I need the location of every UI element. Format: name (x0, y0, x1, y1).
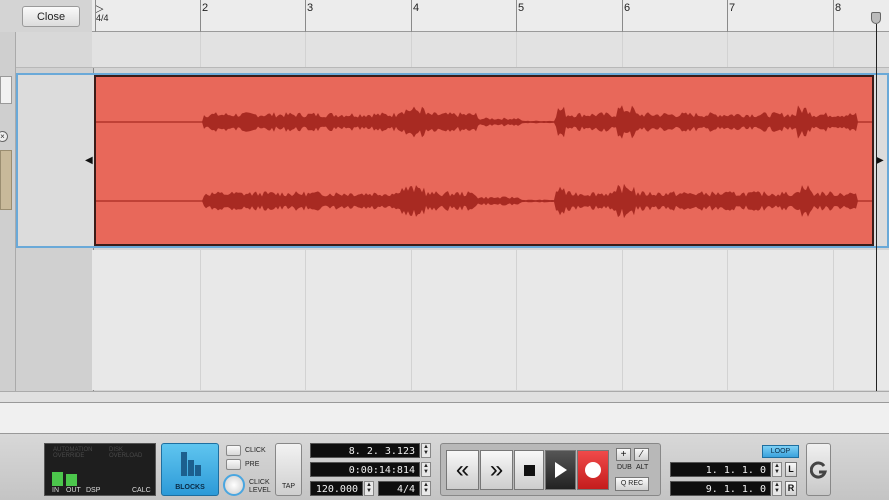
bars-beats-display[interactable]: 8. 2. 3.123 (310, 443, 420, 458)
bar-tick (622, 0, 623, 32)
time-display[interactable]: 0:00:14:814 (310, 462, 420, 477)
bar-tick (95, 0, 96, 32)
clip-right-handle-icon[interactable]: ▶ (876, 155, 884, 166)
dub-button[interactable]: + (616, 448, 631, 461)
track-lane[interactable] (92, 32, 889, 68)
grid-line (516, 250, 517, 390)
alt-label: ALT (636, 464, 649, 471)
bar-number: 7 (729, 2, 736, 14)
disk-overload-indicator: DISK OVERLOAD (109, 447, 143, 459)
bar-tick (305, 0, 306, 32)
blocks-icon (181, 452, 201, 476)
in-label: IN (52, 487, 59, 494)
grid-line (411, 32, 412, 67)
audio-clip[interactable] (94, 75, 874, 246)
grid-line (200, 250, 201, 390)
automation-override-indicator: AUTOMATION OVERRIDE (53, 447, 93, 459)
fast-forward-icon: » (489, 456, 504, 483)
bar-tick (833, 0, 834, 32)
alt-button[interactable]: ⁄ (634, 448, 649, 461)
grid-line (727, 250, 728, 390)
bar-number: 8 (835, 2, 842, 14)
right-locator-display[interactable]: 9. 1. 1. 0 (670, 481, 771, 496)
rewind-icon: « (455, 456, 470, 483)
grid-line (200, 32, 201, 67)
tempo-spinner[interactable]: ▲ ▼ (364, 481, 374, 496)
grid-line (516, 32, 517, 67)
stop-button[interactable] (514, 450, 544, 490)
click-level-label-1: CLICK (249, 479, 270, 486)
play-icon (554, 462, 567, 478)
quantize-record-button[interactable]: Q REC (615, 477, 649, 491)
grid-line (622, 32, 623, 67)
track-color-strip (0, 150, 12, 210)
calc-label: CALC (132, 487, 151, 494)
right-locator-spinner[interactable]: ▲ ▼ (772, 481, 782, 496)
grid-line (833, 32, 834, 67)
grid-line (411, 250, 412, 390)
horizontal-scrollbar[interactable] (0, 391, 889, 402)
clip-left-handle-icon[interactable]: ◀ (85, 155, 93, 166)
tempo-display[interactable]: 120.000 (310, 481, 363, 496)
bar-tick (411, 0, 412, 32)
groove-icon (809, 461, 827, 479)
click-level-label-2: LEVEL (249, 487, 271, 494)
signature-spinner[interactable]: ▲ ▼ (421, 481, 431, 496)
end-marker[interactable] (871, 12, 881, 24)
bar-tick (727, 0, 728, 32)
bar-number: 5 (518, 2, 525, 14)
grid-line (305, 250, 306, 390)
tap-tempo-button[interactable]: TAP (275, 443, 302, 496)
stop-icon (523, 464, 535, 476)
left-locator-display[interactable]: 1. 1. 1. 0 (670, 462, 771, 477)
blocks-label: BLOCKS (175, 484, 205, 491)
loop-button[interactable]: LOOP (762, 445, 799, 458)
click-label: CLICK (245, 447, 266, 454)
dub-label: DUB (617, 464, 632, 471)
bar-tick (516, 0, 517, 32)
bars-beats-spinner[interactable]: ▲ ▼ (421, 443, 431, 458)
record-button[interactable] (577, 450, 609, 490)
bar-number: 4 (413, 2, 420, 14)
out-meter-bar (66, 474, 77, 486)
audio-meter-panel: AUTOMATION OVERRIDE DISK OVERLOAD IN OUT… (44, 443, 156, 496)
blocks-button[interactable]: BLOCKS (161, 443, 219, 496)
tap-label: TAP (281, 483, 296, 490)
track-lane[interactable] (92, 250, 889, 390)
close-button[interactable]: Close (22, 6, 80, 27)
track-header[interactable] (16, 32, 94, 68)
goto-left-locator-button[interactable]: L (785, 462, 797, 477)
time-spinner[interactable]: ▲ ▼ (421, 462, 431, 477)
goto-right-locator-button[interactable]: R (785, 481, 797, 496)
bar-tick (200, 0, 201, 32)
pre-label: PRE (245, 461, 260, 468)
time-signature-label: 4/4 (96, 13, 109, 23)
fast-forward-button[interactable]: » (480, 450, 513, 490)
pre-toggle[interactable] (226, 459, 241, 470)
bar-number: 6 (624, 2, 631, 14)
bar-number: 3 (307, 2, 314, 14)
grid-line (727, 32, 728, 67)
grid-line (622, 250, 623, 390)
signature-display[interactable]: 4/4 (378, 481, 420, 496)
bar-number: 2 (202, 2, 209, 14)
grid-line (305, 32, 306, 67)
groove-button[interactable] (806, 443, 831, 496)
play-button[interactable] (545, 450, 576, 490)
grid-line (833, 250, 834, 390)
waveform (96, 105, 872, 219)
timeline-ruler[interactable]: ▷ 4/4 2 3 4 5 6 7 8 (92, 0, 889, 32)
empty-area (0, 402, 889, 434)
click-level-knob[interactable] (223, 474, 245, 496)
playhead[interactable] (876, 24, 877, 394)
rewind-button[interactable]: « (446, 450, 479, 490)
track-tab[interactable] (0, 76, 12, 104)
out-label: OUT (66, 487, 81, 494)
left-locator-spinner[interactable]: ▲ ▼ (772, 462, 782, 477)
sequencer-window: Close ▷ 4/4 2 3 4 5 6 7 8 × ◀ ▶ AUTOMATI… (0, 0, 889, 500)
record-icon (585, 462, 601, 478)
dsp-label: DSP (86, 487, 101, 494)
click-toggle[interactable] (226, 445, 241, 456)
in-meter-bar (52, 472, 63, 486)
